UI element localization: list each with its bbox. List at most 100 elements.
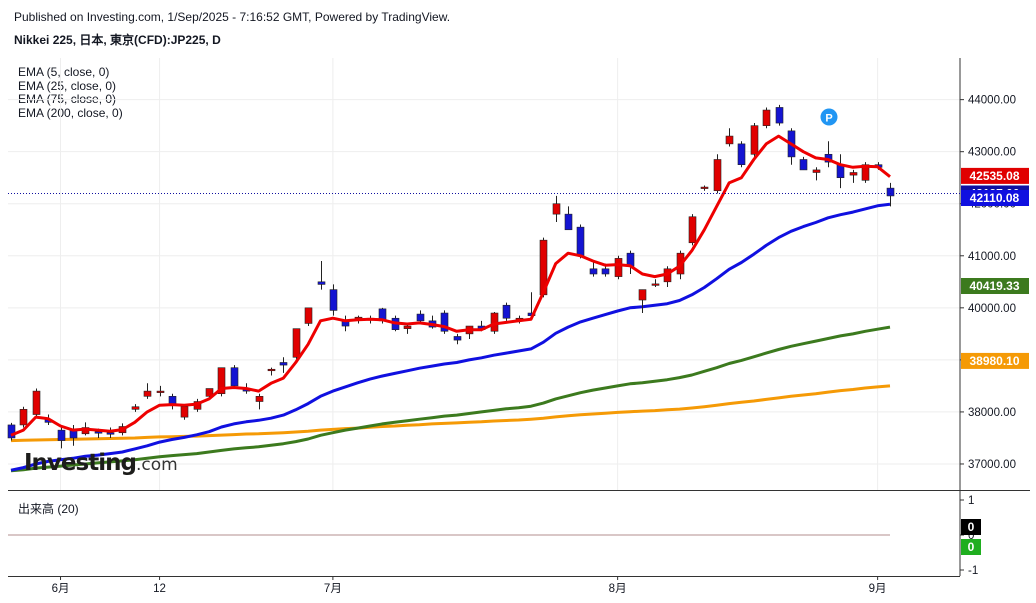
candle <box>168 393 177 410</box>
x-tick-label: 12 <box>153 583 166 595</box>
candle-body <box>638 289 647 301</box>
volume-value-text: 0 <box>968 540 975 554</box>
candle <box>440 310 449 334</box>
candle <box>131 404 140 412</box>
volume-value-text: 0 <box>968 520 975 534</box>
candle-body <box>651 283 660 286</box>
candle <box>626 250 635 274</box>
candle-body <box>57 429 66 441</box>
candle <box>304 307 313 327</box>
candle-body <box>750 125 759 155</box>
candle <box>614 255 623 280</box>
price-label: 42110.08 <box>961 190 1029 207</box>
x-tick-label: 6月 <box>52 583 70 595</box>
y-tick-label: 38000.00 <box>968 407 1016 419</box>
candle <box>836 154 845 189</box>
candle-body <box>329 289 338 311</box>
candle <box>341 315 350 332</box>
candle <box>564 206 573 231</box>
p-marker: P <box>820 108 838 126</box>
candle <box>750 123 759 157</box>
candle <box>700 185 709 191</box>
candle <box>19 406 28 428</box>
price-label: 38980.10 <box>961 352 1029 369</box>
candle <box>106 427 115 438</box>
candle <box>762 107 771 129</box>
investing-logo: Investing.com <box>24 450 178 476</box>
candle <box>329 284 338 316</box>
x-tick-label: 8月 <box>609 583 627 595</box>
logo-suffix: .com <box>135 455 178 475</box>
candle-body <box>589 268 598 275</box>
y-tick-label: 43000.00 <box>968 147 1016 159</box>
candle <box>849 169 858 183</box>
candle <box>32 388 41 418</box>
candle <box>57 427 66 449</box>
candle-body <box>737 143 746 165</box>
price-chart[interactable]: 37000.0038000.0039000.0040000.0041000.00… <box>0 0 1036 603</box>
price-label: 42535.08 <box>961 167 1029 184</box>
candle-body <box>812 169 821 173</box>
p-marker-label: P <box>825 113 832 125</box>
ema5-line <box>10 134 891 437</box>
volume-y-tick-label: 1 <box>968 495 974 507</box>
x-tick-label: 9月 <box>869 583 887 595</box>
volume-value-label: 0 <box>961 539 981 555</box>
volume-y-tick-label: -1 <box>968 565 978 577</box>
candle-body <box>131 406 140 410</box>
candle-body <box>886 187 895 197</box>
candle <box>255 393 264 410</box>
candle-body <box>106 432 115 435</box>
candle-body <box>775 107 784 124</box>
candle-body <box>19 409 28 426</box>
candle-body <box>725 135 734 145</box>
candle-body <box>416 313 425 322</box>
candle-body <box>32 390 41 415</box>
candle <box>688 214 697 246</box>
candle-body <box>267 368 276 372</box>
candle-body <box>279 362 288 366</box>
candle-body <box>713 159 722 192</box>
ema25-line <box>10 202 891 472</box>
candle-body <box>614 258 623 277</box>
candle-body <box>317 281 326 285</box>
candle-body <box>403 325 412 329</box>
price-label-text: 38980.10 <box>969 354 1019 368</box>
candle <box>651 279 660 288</box>
candle-body <box>762 109 771 126</box>
candle-body <box>564 213 573 231</box>
candle <box>428 315 437 329</box>
candle-body <box>230 367 239 387</box>
candle-body <box>180 406 189 418</box>
candle-body <box>601 268 610 275</box>
logo-main: Investing <box>24 450 137 476</box>
candle <box>799 156 808 171</box>
volume-title: 出来高 (20) <box>18 502 79 516</box>
candle-body <box>94 431 103 434</box>
candle-body <box>576 226 585 257</box>
volume-value-label: 0 <box>961 519 981 535</box>
candle-body <box>849 172 858 176</box>
candle <box>812 167 821 181</box>
candle-body <box>552 203 561 215</box>
candle <box>737 141 746 168</box>
candle-body <box>143 390 152 397</box>
y-tick-label: 37000.00 <box>968 459 1016 471</box>
candle-body <box>304 307 313 324</box>
candle <box>416 310 425 324</box>
candle-body <box>688 216 697 244</box>
candle-body <box>799 159 808 171</box>
candle <box>576 224 585 259</box>
ema200-line <box>10 384 891 443</box>
candle-body <box>292 328 301 358</box>
candle <box>552 195 561 222</box>
candle <box>502 302 511 321</box>
candle <box>453 333 462 345</box>
candle <box>230 365 239 389</box>
candle <box>156 385 165 397</box>
candle <box>713 154 722 194</box>
price-label: 40419.33 <box>961 278 1029 295</box>
x-tick-label: 7月 <box>324 583 342 595</box>
candle <box>267 367 276 376</box>
candle-body <box>453 336 462 341</box>
